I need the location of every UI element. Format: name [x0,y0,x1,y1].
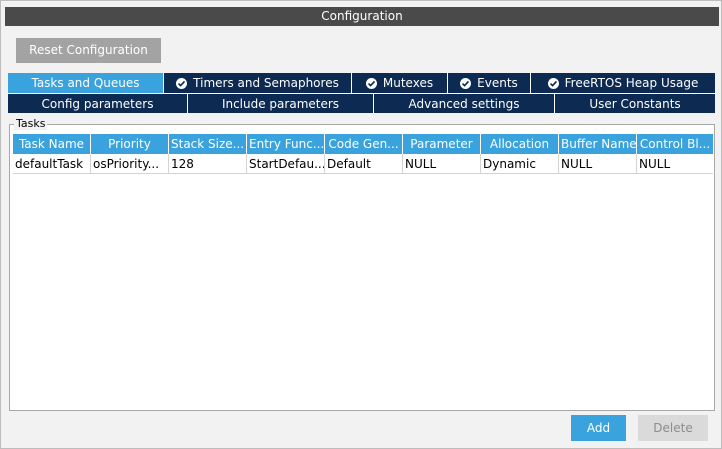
tab-include-parameters[interactable]: Include parameters [188,93,374,113]
reset-configuration-button[interactable]: Reset Configuration [16,38,161,63]
tab-config-parameters[interactable]: Config parameters [8,93,188,113]
tab-advanced-settings[interactable]: Advanced settings [374,93,555,113]
column-header-control-block[interactable]: Control Bl... [637,134,713,154]
cell-control-block: NULL [639,157,671,171]
tasks-group-legend: Tasks [14,117,48,130]
tab-tasks-and-queues[interactable]: Tasks and Queues [8,73,164,93]
check-circle-icon [176,77,188,89]
table-header: Task Name Priority Stack Size... Entry F… [13,134,713,154]
check-circle-icon [547,77,559,89]
cell-parameter: NULL [403,154,481,174]
column-header-stack-size[interactable]: Stack Size... [169,134,247,154]
tab-bar-secondary: Config parameters Include parameters Adv… [8,93,715,113]
delete-task-button[interactable]: Delete [638,415,708,441]
tab-label: Events [477,76,518,90]
cell-entry-function: StartDefau... [247,154,325,174]
cell-task-name: defaultTask [13,154,91,174]
configuration-window: Configuration Reset Configuration Tasks … [0,0,722,449]
table-row[interactable]: defaultTask osPriority... 128 StartDefau… [13,154,713,174]
tab-label: Config parameters [41,96,154,111]
tab-events[interactable]: Events [448,73,531,93]
tab-user-constants[interactable]: User Constants [555,93,715,113]
column-header-parameter[interactable]: Parameter [403,134,481,154]
cell-allocation: Dynamic [481,154,559,174]
cell-buffer-name: NULL [559,154,637,174]
tasks-table: Task Name Priority Stack Size... Entry F… [13,134,713,174]
column-header-allocation[interactable]: Allocation [481,134,559,154]
tab-label: FreeRTOS Heap Usage [564,76,699,90]
check-circle-icon [460,77,472,89]
tab-mutexes[interactable]: Mutexes [352,73,448,93]
column-header-priority[interactable]: Priority [91,134,169,154]
tab-label: User Constants [589,96,681,111]
tab-bar-primary: Tasks and Queues Timers and Semaphores M… [8,73,715,93]
column-header-buffer-name[interactable]: Buffer Name [559,134,637,154]
column-header-task-name[interactable]: Task Name [13,134,91,154]
tab-label: Mutexes [382,76,434,90]
cell-priority: osPriority... [91,154,169,174]
tab-label: Tasks and Queues [31,76,140,90]
tab-label: Advanced settings [408,96,520,111]
column-header-entry-function[interactable]: Entry Func... [247,134,325,154]
window-title: Configuration [5,7,719,26]
tasks-group: Tasks Task Name Priority Stack Size... E… [9,118,715,411]
cell-stack-size: 128 [169,154,247,174]
tab-label: Timers and Semaphores [193,76,339,90]
column-header-code-generation[interactable]: Code Gen... [325,134,403,154]
cell-code-generation: Default [325,154,403,174]
tab-freertos-heap-usage[interactable]: FreeRTOS Heap Usage [531,73,715,93]
tab-timers-and-semaphores[interactable]: Timers and Semaphores [164,73,352,93]
check-circle-icon [365,77,377,89]
tab-label: Include parameters [221,96,340,111]
add-task-button[interactable]: Add [571,415,626,441]
